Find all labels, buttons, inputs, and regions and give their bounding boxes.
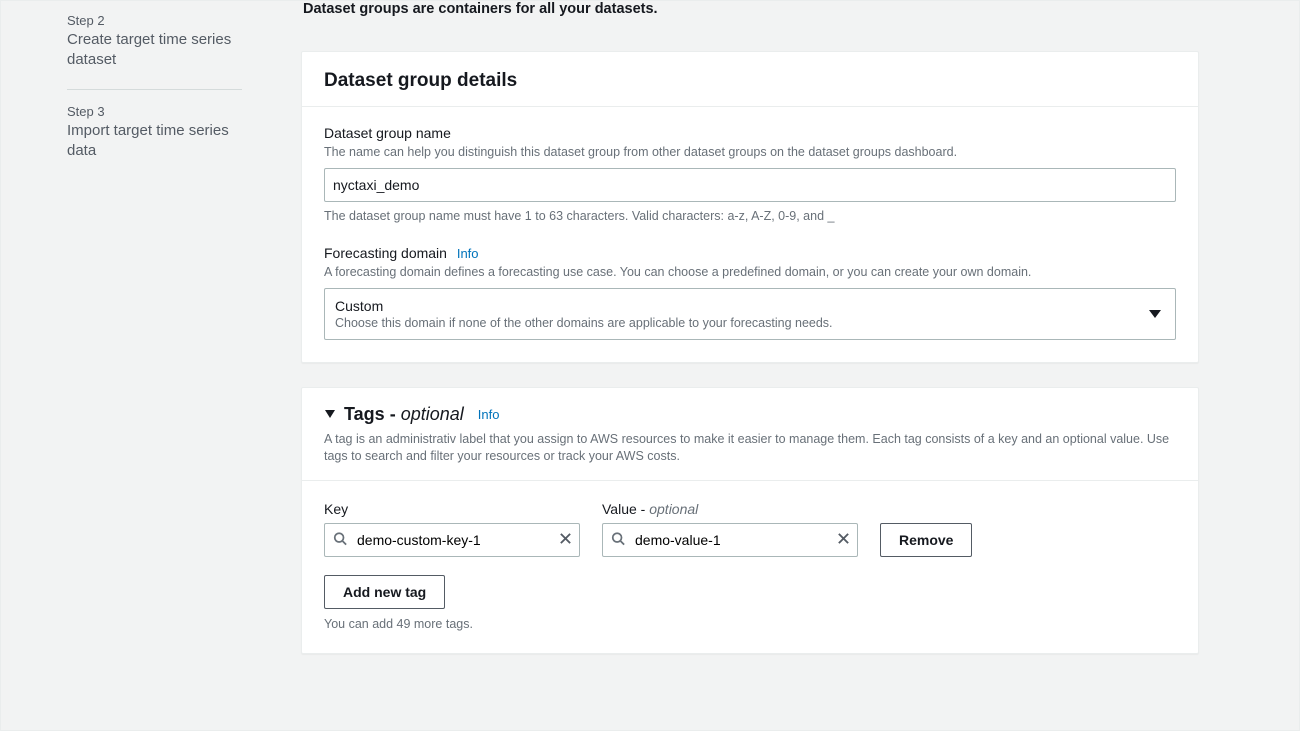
main-content: Dataset groups are containers for all yo… [281,1,1259,730]
wizard-step-3[interactable]: Step 3 Import target time series data [67,100,261,172]
field-label: Dataset group name [324,125,1176,141]
info-link[interactable]: Info [478,407,500,422]
tag-key-input-wrap [324,523,580,557]
panel-header: Dataset group details [302,52,1198,107]
forecasting-domain-select[interactable]: Custom Choose this domain if none of the… [324,288,1176,340]
step-label: Step 2 [67,13,261,28]
field-desc: A forecasting domain defines a forecasti… [324,264,1176,282]
chevron-down-icon [1149,310,1161,318]
tags-remaining-text: You can add 49 more tags. [324,617,1176,631]
field-desc: The name can help you distinguish this d… [324,144,1176,162]
info-link[interactable]: Info [457,246,479,261]
tags-header[interactable]: Tags - optional Info [302,388,1198,431]
search-icon [333,531,347,548]
dataset-group-details-panel: Dataset group details Dataset group name… [301,51,1199,363]
dataset-group-name-field: Dataset group name The name can help you… [324,125,1176,225]
wizard-step-2[interactable]: Step 2 Create target time series dataset [67,9,261,81]
tags-panel: Tags - optional Info A tag is an adminis… [301,387,1199,654]
step-title: Create target time series dataset [67,30,261,71]
forecasting-domain-label: Forecasting domain [324,245,447,261]
tag-value-input[interactable] [602,523,858,557]
wizard-sidebar: Step 2 Create target time series dataset… [41,1,281,730]
forecasting-domain-field: Forecasting domain Info A forecasting do… [324,245,1176,340]
field-help: The dataset group name must have 1 to 63… [324,208,1176,226]
add-new-tag-button[interactable]: Add new tag [324,575,445,609]
select-value: Custom [335,298,1139,314]
field-label: Forecasting domain Info [324,245,1176,261]
tag-key-input[interactable] [324,523,580,557]
select-value-desc: Choose this domain if none of the other … [335,316,1139,330]
remove-tag-button[interactable]: Remove [880,523,972,557]
intro-text: Dataset groups are containers for all yo… [301,1,1199,17]
collapse-toggle-icon[interactable] [324,408,336,420]
step-title: Import target time series data [67,121,261,162]
tag-column-labels: Key Value - optional [324,501,1176,517]
step-divider [67,89,242,90]
tag-row: Remove [324,523,1176,557]
clear-icon[interactable] [559,532,572,548]
tag-key-label: Key [324,501,580,517]
clear-icon[interactable] [837,532,850,548]
tags-heading-main: Tags [344,404,385,424]
tags-heading-optional: optional [401,404,464,424]
dataset-group-name-input[interactable] [324,168,1176,202]
tags-desc: A tag is an administrativ label that you… [302,431,1198,481]
step-label: Step 3 [67,104,261,119]
tags-title: Tags - optional [344,404,464,425]
search-icon [611,531,625,548]
tag-value-input-wrap [602,523,858,557]
panel-title: Dataset group details [324,70,1176,92]
tag-value-label: Value - optional [602,501,858,517]
